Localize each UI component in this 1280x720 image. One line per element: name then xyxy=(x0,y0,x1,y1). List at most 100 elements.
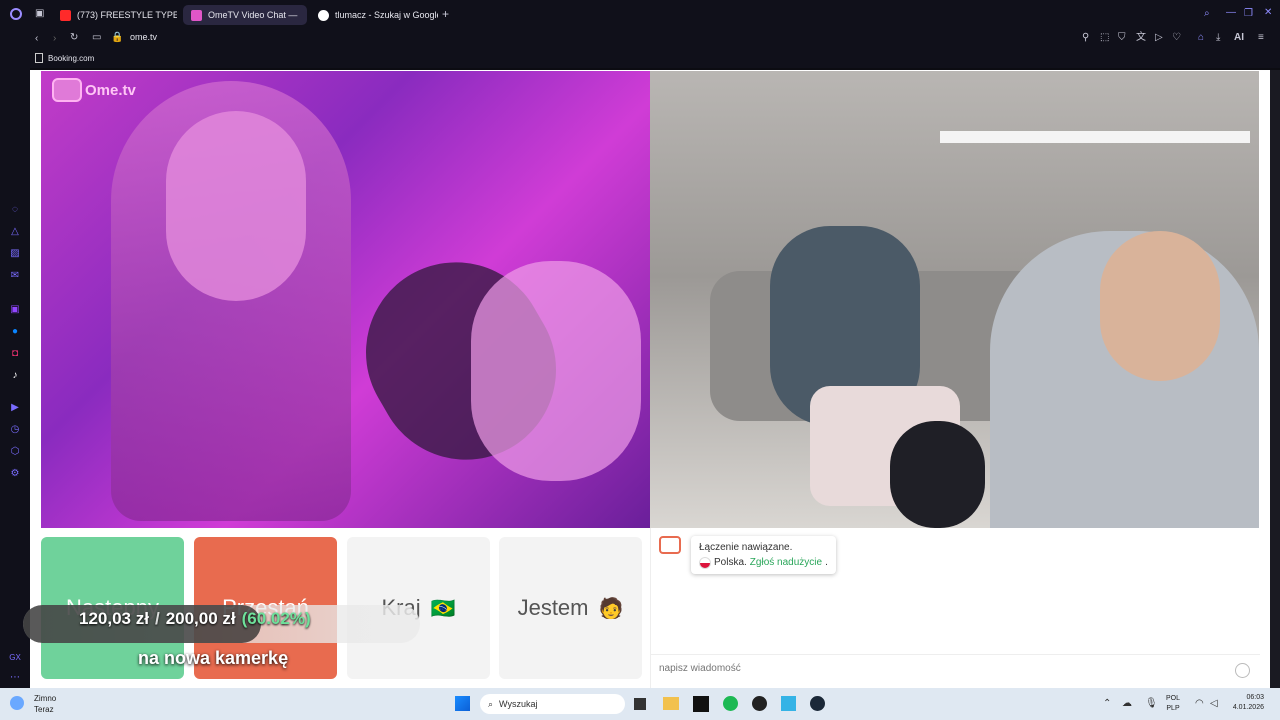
instagram-icon[interactable]: ◘ xyxy=(9,348,21,360)
forward-icon[interactable]: › xyxy=(53,33,56,45)
poland-flag-icon xyxy=(699,556,711,569)
video-shape-head-right xyxy=(1100,231,1220,381)
video-shape-mic xyxy=(890,421,985,528)
tab-ometv[interactable]: OmeTV Video Chat — xyxy=(183,5,307,25)
message-input[interactable] xyxy=(659,663,1219,674)
remote-video: Ome.tv xyxy=(41,71,650,528)
ometv-logo[interactable]: Ome.tv xyxy=(52,78,136,102)
obs-icon[interactable] xyxy=(752,696,767,711)
flag-icon: 🇧🇷 xyxy=(430,597,456,620)
donation-goal: 200,00 zł xyxy=(165,609,236,628)
ometv-page: Ome.tv Następny Przestań Kraj 🇧🇷 Jestem … xyxy=(23,70,1270,688)
language-line1: POL xyxy=(1166,695,1181,702)
gx-icon[interactable]: GX xyxy=(9,652,21,664)
weather-icon[interactable] xyxy=(10,696,24,710)
extensions-icon[interactable]: ⬡ xyxy=(9,446,21,458)
reload-icon[interactable]: ↻ xyxy=(70,32,78,44)
video-shape-hand xyxy=(471,261,641,481)
search-placeholder: Wyszukaj xyxy=(499,699,538,709)
wallet-icon[interactable]: ⌂ xyxy=(1198,32,1204,44)
twitch-icon[interactable]: ▣ xyxy=(9,304,21,316)
status-text: Łączenie nawiązane. xyxy=(699,542,793,553)
steam-icon[interactable] xyxy=(810,696,825,711)
wifi-icon[interactable]: ◠ xyxy=(1195,698,1204,710)
new-tab-icon[interactable]: + xyxy=(442,8,449,20)
download-icon[interactable]: ⤓ xyxy=(1216,32,1220,44)
menu-icon[interactable]: ≡ xyxy=(1258,32,1264,44)
chevron-up-icon[interactable]: ⌃ xyxy=(1103,698,1111,710)
facebook-icon[interactable] xyxy=(781,696,796,711)
local-video xyxy=(650,71,1259,528)
player-icon[interactable]: ▶ xyxy=(9,402,21,414)
opera-logo-icon[interactable] xyxy=(10,8,22,20)
history-icon[interactable]: ◷ xyxy=(9,424,21,436)
file-explorer-icon[interactable] xyxy=(663,697,679,710)
clock[interactable]: 06:03 4.01.2026 xyxy=(1228,693,1264,713)
back-icon[interactable]: ‹ xyxy=(35,33,38,45)
bookmarks-bar: Booking.com xyxy=(0,50,1280,68)
donation-separator: / xyxy=(154,609,160,628)
tab-google[interactable]: tlumacz - Szukaj w Google xyxy=(310,5,438,25)
translate-icon[interactable]: 文 xyxy=(1136,32,1146,44)
google-icon xyxy=(318,9,329,21)
video-shape-shelf xyxy=(940,131,1250,143)
app-icon[interactable] xyxy=(693,696,709,712)
tab-overview-icon[interactable]: ▣ xyxy=(35,8,44,20)
donation-caption: na nowa kamerkę xyxy=(138,648,289,668)
video-shape-face xyxy=(166,111,306,301)
start-icon[interactable] xyxy=(455,696,470,711)
ometv-icon xyxy=(191,9,202,21)
weather-widget[interactable]: Zimno Teraz xyxy=(34,693,56,715)
gender-button[interactable]: Jestem 🧑 xyxy=(499,537,642,679)
task-view-icon[interactable] xyxy=(634,698,646,710)
minimize-icon[interactable]: — xyxy=(1226,7,1236,19)
settings-icon[interactable]: ⚙ xyxy=(9,468,21,480)
cloud-icon[interactable]: ☁ xyxy=(1122,698,1132,710)
volume-icon[interactable]: ◁ xyxy=(1210,698,1218,710)
camera-icon[interactable]: ▭ xyxy=(92,32,101,44)
chat-panel: Łączenie nawiązane. Polska. Zgłoś naduży… xyxy=(650,528,1260,688)
emoji-icon[interactable] xyxy=(1235,663,1250,678)
mail-icon[interactable]: ✉ xyxy=(9,270,21,282)
person-icon: 🧑 xyxy=(598,597,624,620)
logo-text: Ome.tv xyxy=(85,81,136,99)
aria-icon[interactable]: ◌ xyxy=(9,204,21,216)
chatgpt-icon[interactable]: ▨ xyxy=(9,248,21,260)
maximize-icon[interactable]: ❐ xyxy=(1244,8,1253,20)
donation-text: 120,03 zł / 200,00 zł (60.02%) xyxy=(79,609,311,629)
gender-label: Jestem xyxy=(517,595,589,620)
heart-icon[interactable]: ♡ xyxy=(1172,32,1181,44)
bookmark-booking[interactable]: Booking.com xyxy=(35,53,94,63)
spotify-icon[interactable] xyxy=(723,696,738,711)
clock-time: 06:03 xyxy=(1246,694,1264,701)
windows-taskbar: Zimno Teraz ⌕ Wyszukaj ⌃ ☁ 🎙 POL PLP ◠ ◁… xyxy=(0,688,1280,720)
search-icon: ⌕ xyxy=(488,698,494,709)
language-indicator[interactable]: POL PLP xyxy=(1166,694,1180,714)
ometv-logo-icon xyxy=(52,78,82,102)
url-field[interactable]: ome.tv xyxy=(130,32,157,42)
taskbar-search[interactable]: ⌕ Wyszukaj xyxy=(480,694,625,714)
tiktok-icon[interactable]: ♪ xyxy=(9,370,21,382)
report-abuse-link[interactable]: Zgłoś nadużycie xyxy=(750,555,822,570)
chat-status-message: Łączenie nawiązane. Polska. Zgłoś naduży… xyxy=(691,536,836,574)
search-tabs-icon[interactable]: ⌕ xyxy=(1204,8,1210,20)
tab-label: OmeTV Video Chat — xyxy=(208,10,298,20)
lock-icon: 🔒 xyxy=(111,32,124,43)
clock-date: 4.01.2026 xyxy=(1232,704,1264,711)
close-icon[interactable]: ✕ xyxy=(1264,7,1272,19)
more-icon[interactable]: ⋯ xyxy=(9,672,21,684)
messenger-icon[interactable]: ● xyxy=(9,326,21,338)
country-text: Polska. xyxy=(714,557,747,568)
donation-percent: (60.02%) xyxy=(241,609,311,628)
pyramid-icon[interactable]: △ xyxy=(9,226,21,238)
snapshot-icon[interactable]: ⬚ xyxy=(1100,32,1109,44)
play-icon[interactable]: ▷ xyxy=(1155,32,1163,44)
microphone-icon[interactable]: 🎙 xyxy=(1145,698,1158,710)
ai-icon[interactable]: AI xyxy=(1234,32,1244,44)
pin-icon[interactable]: ⚲ xyxy=(1082,32,1089,44)
youtube-icon xyxy=(60,9,71,21)
shield-icon[interactable]: ⛉ xyxy=(1118,32,1126,44)
tab-youtube[interactable]: (773) FREESTYLE TYPE B xyxy=(52,5,177,25)
weather-line1: Zimno xyxy=(34,694,57,703)
page-scrollbar[interactable] xyxy=(1270,70,1280,688)
